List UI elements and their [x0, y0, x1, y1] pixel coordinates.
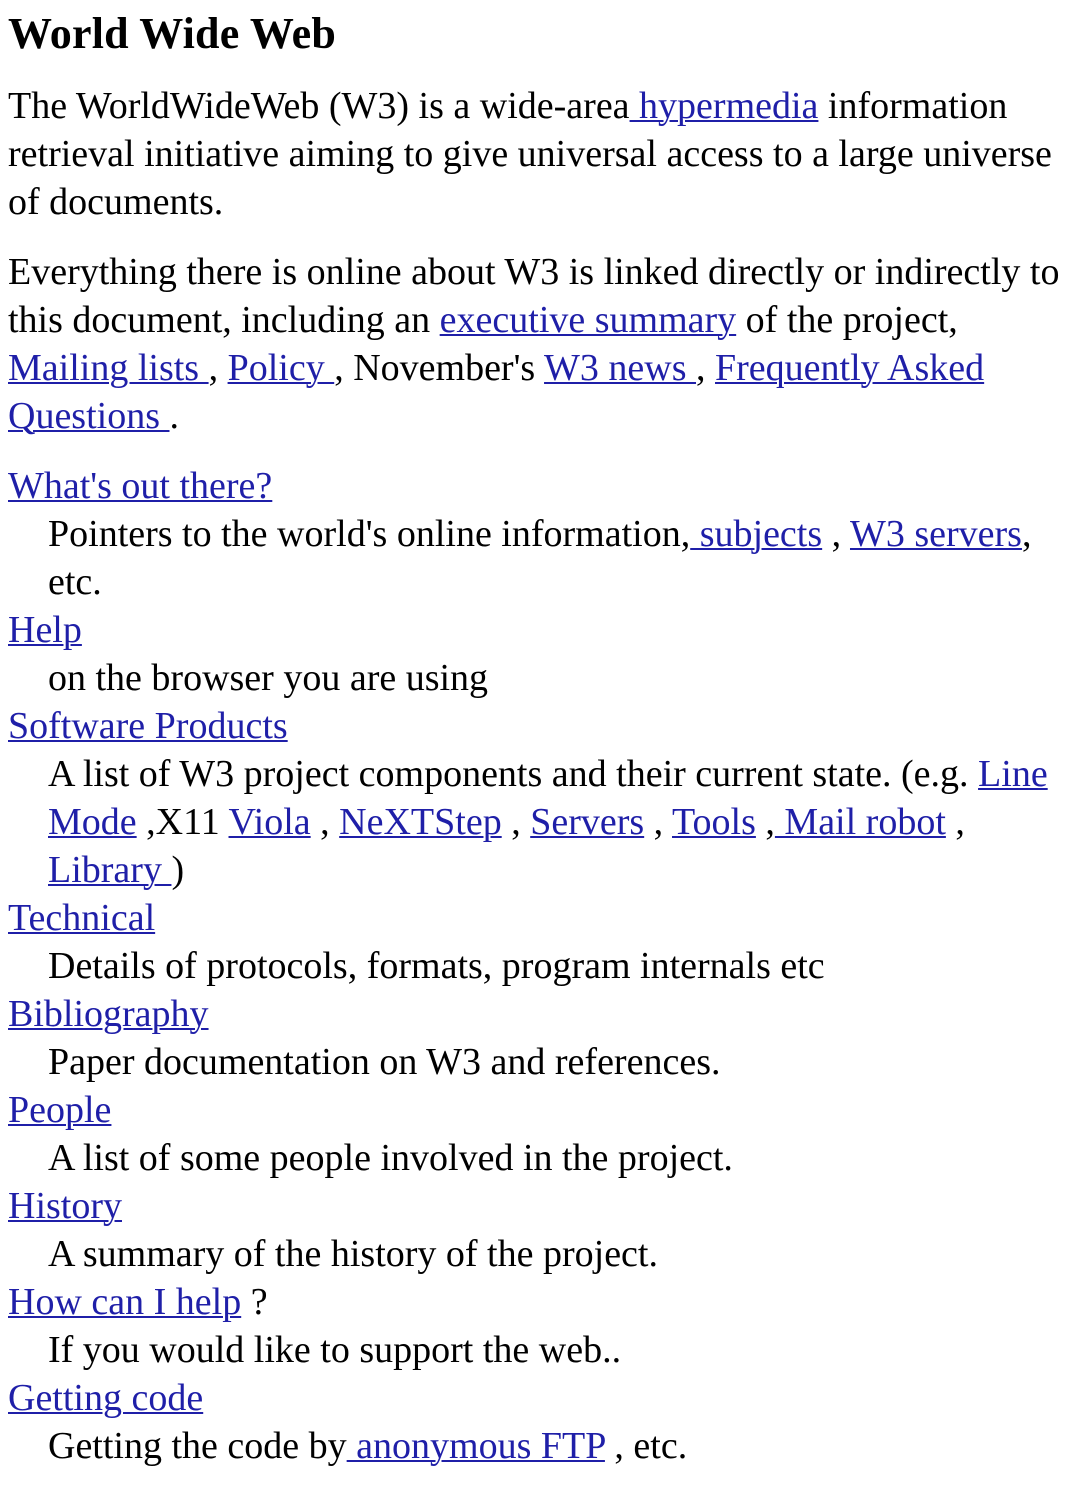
intro-p2-text-mid4: , — [696, 347, 716, 389]
definition-description-getting-code: Getting the code by anonymous FTP , etc. — [48, 1422, 1070, 1470]
description-text: Paper documentation on W3 and references… — [48, 1041, 721, 1083]
link-getting-code[interactable]: Getting code — [8, 1377, 203, 1419]
link-how-can-i-help[interactable]: How can I help — [8, 1281, 241, 1323]
w3-definition-list: What's out there? Pointers to the world's… — [8, 462, 1070, 1470]
description-text: A list of some people involved in the pr… — [48, 1137, 733, 1179]
description-text: A summary of the history of the project. — [48, 1233, 658, 1275]
intro-p2-text-after: . — [169, 395, 180, 437]
link-mailing-lists[interactable]: Mailing lists — [8, 347, 209, 389]
definition-term-people: People — [8, 1086, 1070, 1134]
definition-term-technical: Technical — [8, 894, 1070, 942]
definition-term-how-can-i-help: How can I help ? — [8, 1278, 1070, 1326]
description-text: , — [945, 801, 965, 843]
link-w3-news[interactable]: W3 news — [544, 347, 696, 389]
definition-term-bibliography: Bibliography — [8, 990, 1070, 1038]
web-page-content: World Wide Web The WorldWideWeb (W3) is … — [0, 0, 1080, 1470]
link-help[interactable]: Help — [8, 609, 82, 651]
definition-description-bibliography: Paper documentation on W3 and references… — [48, 1038, 1070, 1086]
definition-term-getting-code: Getting code — [8, 1374, 1070, 1422]
link-tools[interactable]: Tools — [672, 801, 756, 843]
description-text: Details of protocols, formats, program i… — [48, 945, 825, 987]
link-w3-servers[interactable]: W3 servers — [850, 513, 1022, 555]
description-text: ,X11 — [136, 801, 229, 843]
description-text: , — [501, 801, 531, 843]
link-anonymous-ftp[interactable]: anonymous FTP — [347, 1425, 605, 1467]
link-mail-robot[interactable]: Mail robot — [775, 801, 945, 843]
intro-p1-text-before: The WorldWideWeb (W3) is a wide-area — [8, 85, 630, 127]
link-library[interactable]: Library — [48, 849, 171, 891]
definition-description-help: on the browser you are using — [48, 654, 1070, 702]
intro-paragraph-1: The WorldWideWeb (W3) is a wide-area hyp… — [8, 82, 1070, 226]
intro-paragraph-2: Everything there is online about W3 is l… — [8, 248, 1070, 440]
link-subjects[interactable]: subjects — [690, 513, 822, 555]
link-viola[interactable]: Viola — [229, 801, 311, 843]
link-technical[interactable]: Technical — [8, 897, 155, 939]
definition-term-what-s-out-there: What's out there? — [8, 462, 1070, 510]
description-text: Getting the code by — [48, 1425, 347, 1467]
definition-term-history: History — [8, 1182, 1070, 1230]
link-history[interactable]: History — [8, 1185, 122, 1227]
page-title: World Wide Web — [8, 9, 337, 58]
definition-description-people: A list of some people involved in the pr… — [48, 1134, 1070, 1182]
definition-term-help: Help — [8, 606, 1070, 654]
description-text: ) — [171, 849, 185, 891]
link-bibliography[interactable]: Bibliography — [8, 993, 209, 1035]
description-text: , — [310, 801, 340, 843]
definition-description-history: A summary of the history of the project. — [48, 1230, 1070, 1278]
description-text: , etc. — [604, 1425, 688, 1467]
description-text: Pointers to the world's online informati… — [48, 513, 691, 555]
definition-description-how-can-i-help: If you would like to support the web.. — [48, 1326, 1070, 1374]
link-people[interactable]: People — [8, 1089, 111, 1131]
definition-term-software-products: Software Products — [8, 702, 1070, 750]
description-text: , — [755, 801, 775, 843]
intro-p2-text-mid1: of the project, — [736, 299, 958, 341]
description-text: , — [822, 513, 850, 555]
link-policy[interactable]: Policy — [228, 347, 335, 389]
description-text: If you would like to support the web.. — [48, 1329, 622, 1371]
description-text: on the browser you are using — [48, 657, 489, 699]
intro-p2-text-mid3: , November's — [334, 347, 545, 389]
definition-description-what-s-out-there: Pointers to the world's online informati… — [48, 510, 1070, 606]
intro-p2-text-mid2: , — [208, 347, 228, 389]
link-hypermedia[interactable]: hypermedia — [630, 85, 818, 127]
link-software-products[interactable]: Software Products — [8, 705, 288, 747]
description-text: , — [644, 801, 672, 843]
link-what-s-out-there[interactable]: What's out there? — [8, 465, 272, 507]
description-text: A list of W3 project components and thei… — [48, 753, 979, 795]
link-nextstep[interactable]: NeXTStep — [339, 801, 502, 843]
link-servers[interactable]: Servers — [530, 801, 644, 843]
definition-description-technical: Details of protocols, formats, program i… — [48, 942, 1070, 990]
link-executive-summary[interactable]: executive summary — [440, 299, 737, 341]
definition-description-software-products: A list of W3 project components and thei… — [48, 750, 1070, 894]
definition-term-suffix: ? — [241, 1281, 268, 1323]
